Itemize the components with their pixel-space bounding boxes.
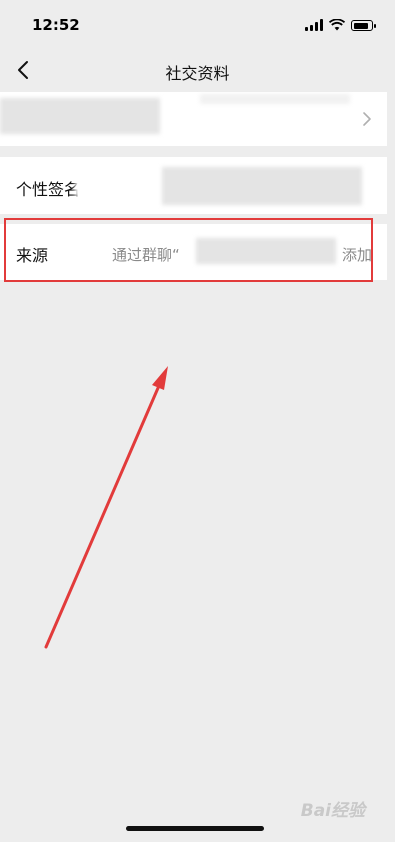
status-icons: [305, 17, 376, 31]
battery-icon: [351, 20, 376, 31]
redacted-signature-value: [162, 167, 362, 205]
status-time: 12:52: [32, 16, 80, 34]
home-indicator: [126, 826, 264, 831]
source-value: 通过群聊“: [112, 246, 180, 264]
watermark-logo: Bai经验: [300, 801, 365, 821]
status-bar: 12:52: [0, 0, 395, 48]
redacted-group-name: [196, 238, 336, 264]
redacted-profile-extra: [200, 94, 350, 104]
source-suffix: 添加: [341, 246, 372, 264]
page-title: 社交资料: [165, 64, 230, 83]
redacted-signature-label-end: [75, 173, 95, 197]
source-label: 来源: [16, 246, 49, 265]
chevron-right-icon: [363, 112, 371, 126]
cellular-signal-icon: [305, 19, 323, 31]
profile-row[interactable]: [0, 92, 387, 146]
redacted-profile-info: [0, 98, 160, 134]
signature-label: 个性签名: [16, 180, 81, 199]
nav-bar: 社交资料: [0, 48, 395, 92]
source-row[interactable]: 来源 通过群聊“ 添加: [0, 224, 387, 280]
wifi-icon: [329, 19, 345, 31]
signature-row[interactable]: 个性签名: [0, 157, 387, 214]
